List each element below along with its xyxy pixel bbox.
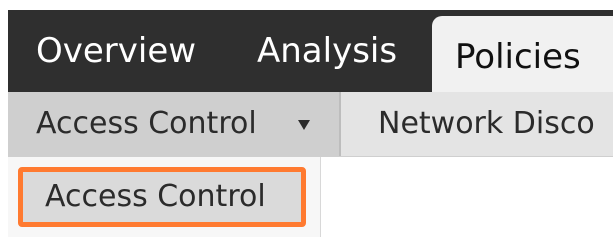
- subnav-item-label: Access Control: [36, 106, 257, 141]
- tab-policies[interactable]: Policies: [455, 16, 581, 98]
- tab-analysis[interactable]: Analysis: [257, 10, 397, 92]
- tab-overview[interactable]: Overview: [36, 10, 196, 92]
- subnav-item-network-discovery[interactable]: Network Disco: [378, 92, 595, 156]
- dropdown-caret-icon: [298, 120, 310, 130]
- secondary-navigation-bar: Access Control Network Disco: [8, 92, 613, 157]
- top-navigation-bar: Overview Analysis Policies: [8, 10, 613, 102]
- access-control-dropdown-menu: Access Control: [8, 157, 321, 237]
- dropdown-item-access-control[interactable]: Access Control: [18, 167, 306, 227]
- subnav-item-access-control[interactable]: Access Control: [8, 92, 341, 156]
- dropdown-item-label: Access Control: [45, 179, 266, 214]
- app-frame: Overview Analysis Policies Access Contro…: [0, 0, 613, 248]
